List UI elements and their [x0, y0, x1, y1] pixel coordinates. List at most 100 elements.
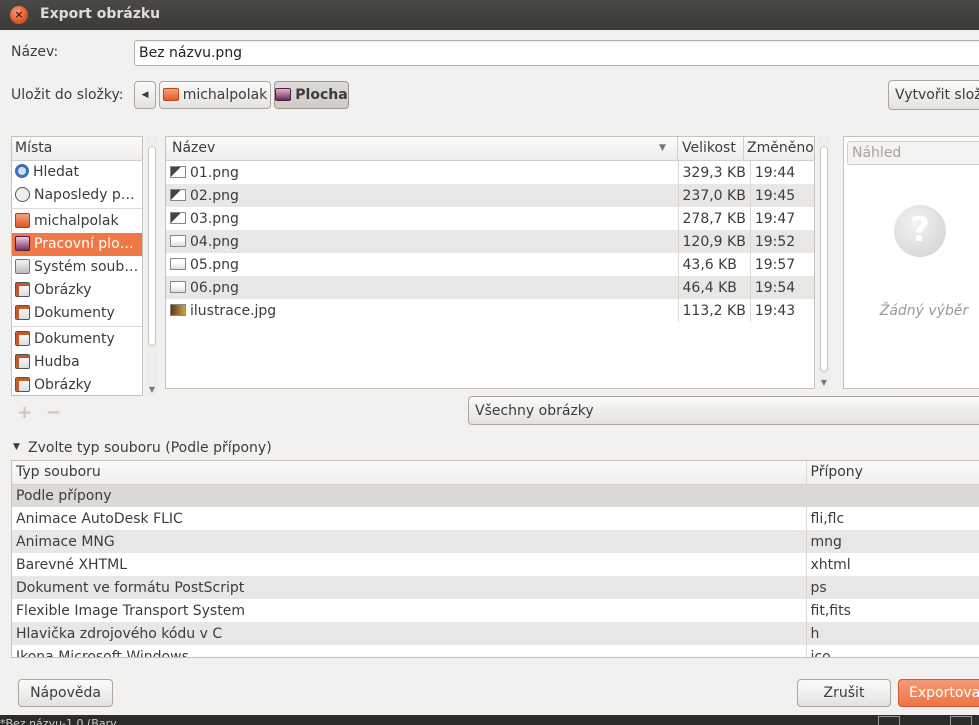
filetype-expander[interactable]: Zvolte typ souboru (Podle přípony)	[28, 440, 272, 456]
file-name: 06.png	[190, 279, 239, 296]
create-folder-button[interactable]: Vytvořit složku	[888, 80, 979, 110]
filetype-row[interactable]: Dokument ve formátu PostScript ps	[12, 576, 979, 599]
column-name[interactable]: Název	[172, 137, 215, 160]
place-label: Naposledy p…	[34, 187, 135, 203]
place-label: Systém soub…	[34, 259, 139, 275]
file-modified: 19:44	[749, 161, 814, 184]
file-size: 43,6 KB	[677, 253, 751, 276]
filetype-ext: mng	[805, 530, 979, 553]
file-row[interactable]: 01.png 329,3 KB 19:44	[166, 161, 814, 184]
window-title: Export obrázku	[40, 6, 161, 22]
place-label: Obrázky	[34, 377, 92, 393]
file-name: 02.png	[190, 187, 239, 204]
image-thumbnail-icon	[170, 257, 186, 270]
expander-arrow-icon[interactable]: ▼	[13, 442, 20, 452]
place-filesystem[interactable]: Systém soub…	[12, 256, 142, 279]
remove-place-icon[interactable]: −	[46, 402, 61, 423]
filetype-ext: fli,flc	[805, 507, 979, 530]
documents-icon	[15, 304, 30, 320]
column-size[interactable]: Velikost	[682, 137, 736, 160]
file-modified: 19:47	[749, 207, 814, 230]
image-thumbnail-icon	[170, 165, 186, 178]
column-modified[interactable]: Změněno	[747, 137, 814, 160]
place-documents-2[interactable]: Dokumenty	[12, 328, 142, 351]
file-modified: 19:45	[749, 184, 814, 207]
place-label: Pracovní plo…	[34, 236, 134, 252]
place-label: Dokumenty	[34, 331, 115, 347]
filetype-name: Dokument ve formátu PostScript	[12, 576, 806, 599]
place-label: Hledat	[33, 164, 79, 180]
filetype-row[interactable]: Animace MNG mng	[12, 530, 979, 553]
file-row[interactable]: 02.png 237,0 KB 19:45	[166, 184, 814, 207]
file-row[interactable]: 06.png 46,4 KB 19:54	[166, 276, 814, 299]
column-type[interactable]: Typ souboru	[12, 461, 806, 485]
pictures-icon	[15, 376, 30, 392]
crumb-plocha[interactable]: Plocha	[274, 81, 349, 109]
sort-arrow-icon: ▼	[659, 143, 666, 153]
filetype-name: Podle přípony	[12, 484, 806, 507]
file-size: 113,2 KB	[677, 299, 751, 322]
column-divider	[743, 137, 744, 160]
filetype-row[interactable]: Hlavička zdrojového kódu v Ch	[12, 622, 979, 645]
taskbar-box-icon[interactable]	[878, 716, 900, 725]
place-pictures-2[interactable]: Obrázky	[12, 374, 142, 395]
cancel-button[interactable]: Zrušit	[797, 679, 891, 707]
filetype-ext: ps	[805, 576, 979, 599]
home-folder-icon	[162, 87, 179, 101]
place-desktop[interactable]: Pracovní plo…	[12, 233, 142, 256]
files-panel: Název ▼ Velikost Změněno 01.png 329,3 KB 1…	[165, 136, 815, 389]
file-size: 237,0 KB	[677, 184, 751, 207]
close-window-button[interactable]: ×	[10, 6, 28, 24]
image-thumbnail-icon	[170, 280, 186, 293]
places-scrollbar[interactable]: ▼	[146, 136, 158, 396]
files-table: 01.png 329,3 KB 19:44 02.png 237,0 KB 19:45 …	[166, 161, 814, 322]
place-home[interactable]: michalpolak	[12, 210, 142, 233]
desktop-icon	[15, 235, 30, 251]
filetype-row[interactable]: Flexible Image Transport System fit,fits	[12, 599, 979, 622]
filename-input[interactable]: Bez názvu.png	[134, 40, 979, 66]
file-modified: 19:57	[749, 253, 814, 276]
help-button[interactable]: Nápověda	[18, 679, 113, 707]
filetype-panel: Typ souboru Přípony Podle přípony Animace…	[11, 460, 979, 658]
file-name: 01.png	[190, 164, 239, 181]
scroll-down-icon[interactable]: ▼	[146, 385, 158, 394]
taskbar-box-icon[interactable]	[950, 716, 972, 725]
filetype-name: Flexible Image Transport System	[16, 602, 245, 619]
filetype-table: Typ souboru Přípony Podle přípony Animace…	[12, 461, 979, 657]
places-panel: Místa Hledat Naposledy p… michalpolak Pr…	[11, 136, 143, 396]
music-icon	[15, 353, 30, 369]
file-row[interactable]: 03.png 278,7 KB 19:47	[166, 207, 814, 230]
scroll-down-icon[interactable]: ▼	[818, 378, 830, 387]
place-music[interactable]: Hudba	[12, 351, 142, 374]
filetype-ext: xhtml	[805, 553, 979, 576]
help-question-icon: ?	[894, 205, 946, 257]
column-extensions[interactable]: Přípony	[805, 461, 979, 485]
path-back-button[interactable]: ◀	[134, 81, 156, 109]
image-thumbnail-icon	[170, 303, 186, 316]
no-selection-text: Žádný výběr	[879, 303, 969, 319]
export-button[interactable]: Exportovat	[898, 679, 979, 707]
scroll-thumb[interactable]	[820, 146, 828, 372]
place-documents[interactable]: Dokumenty	[12, 302, 142, 325]
file-filter-combo[interactable]: Všechny obrázky	[468, 396, 979, 425]
filetype-row[interactable]: Podle přípony	[12, 484, 979, 507]
place-search[interactable]: Hledat	[12, 161, 142, 184]
file-modified: 19:52	[749, 230, 814, 253]
pictures-icon	[15, 281, 30, 297]
filetype-row[interactable]: Barevné XHTML xhtml	[12, 553, 979, 576]
taskbar-window-label[interactable]: *Bez názvu-1.0 (Barv	[0, 717, 117, 725]
scroll-thumb[interactable]	[148, 146, 156, 346]
place-recent[interactable]: Naposledy p…	[12, 184, 142, 207]
add-place-icon[interactable]: +	[17, 402, 32, 423]
file-size: 120,9 KB	[677, 230, 751, 253]
files-scrollbar[interactable]: ▼	[818, 136, 830, 389]
filetype-row[interactable]: Ikona Microsoft Windows ico	[12, 645, 979, 657]
crumb-michalpolak[interactable]: michalpolak	[159, 81, 271, 109]
file-row[interactable]: 05.png 43,6 KB 19:57	[166, 253, 814, 276]
title-bar: × Export obrázku	[0, 0, 979, 30]
file-row[interactable]: ilustrace.jpg 113,2 KB 19:43	[166, 299, 814, 322]
file-row[interactable]: 04.png 120,9 KB 19:52	[166, 230, 814, 253]
filetype-name: Barevné XHTML	[16, 556, 128, 573]
filetype-row[interactable]: Animace AutoDesk FLIC fli,flc	[12, 507, 979, 530]
place-pictures[interactable]: Obrázky	[12, 279, 142, 302]
